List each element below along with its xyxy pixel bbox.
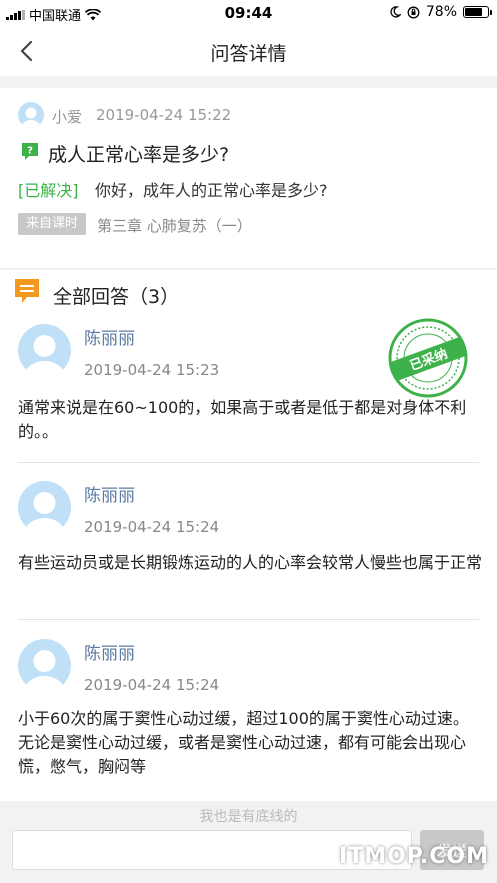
svg-text:?: ? xyxy=(27,146,33,157)
asker-avatar[interactable] xyxy=(18,102,44,128)
avatar[interactable] xyxy=(18,639,71,692)
status-badge: [已解决] xyxy=(18,181,79,200)
question-body: 你好，成年人的正常心率是多少? xyxy=(95,181,328,200)
source-tag: 来自课时 xyxy=(18,213,87,235)
user-icon xyxy=(24,650,65,692)
answers-icon xyxy=(15,279,39,303)
user-icon xyxy=(21,107,41,128)
answer-time: 2019-04-24 15:24 xyxy=(84,518,220,536)
answer-time: 2019-04-24 15:23 xyxy=(84,361,220,379)
moon-icon xyxy=(390,6,401,18)
avatar[interactable] xyxy=(18,481,71,534)
divider xyxy=(18,462,479,463)
answer-time: 2019-04-24 15:24 xyxy=(84,676,220,694)
source-link[interactable]: 第三章 心肺复苏（一） xyxy=(97,215,252,236)
answer-body: 小于60次的属于窦性心动过缓，超过100的属于窦性心动过速。无论是窦性心动过缓，… xyxy=(18,709,469,776)
accepted-stamp: 已采纳 xyxy=(388,318,468,398)
input-bar: 我也是有底线的 发送 ITMOP.COM xyxy=(0,809,497,883)
page-title: 问答详情 xyxy=(210,43,287,65)
user-icon xyxy=(24,492,65,534)
asker-name: 小爱 xyxy=(52,108,83,126)
watermark: ITMOP.COM xyxy=(339,844,489,869)
question-icon: ? xyxy=(22,143,38,160)
answers-section: 全部回答（3） 陈丽丽 2019-04-24 15:23 通常来说是在60~10… xyxy=(0,270,497,801)
answer-body: 有些运动员或是长期锻炼运动的人的心率会较常人慢些也属于正常 xyxy=(18,553,483,572)
end-of-list-hint: 我也是有底线的 xyxy=(199,809,298,825)
question-card: 小爱 2019-04-24 15:22 ? 成人正常心率是多少? [已解决] 你… xyxy=(0,88,497,268)
orientation-lock-icon xyxy=(407,6,420,18)
question-title: 成人正常心率是多少? xyxy=(48,144,230,166)
answer-body: 通常来说是在60~100的，如果高于或者是低于都是对身体不利的。。 xyxy=(18,398,467,441)
answer-author[interactable]: 陈丽丽 xyxy=(84,481,135,506)
battery-icon xyxy=(463,6,492,18)
user-icon xyxy=(24,335,65,377)
nav-bar: 问答详情 xyxy=(0,26,497,76)
status-bar: 中国联通 09:44 78% xyxy=(0,0,497,26)
answer-author[interactable]: 陈丽丽 xyxy=(84,324,135,349)
status-right: 78% xyxy=(389,4,492,20)
avatar[interactable] xyxy=(18,324,71,377)
answer-author[interactable]: 陈丽丽 xyxy=(84,639,135,664)
question-time: 2019-04-24 15:22 xyxy=(96,106,232,124)
divider xyxy=(18,619,479,620)
answers-heading: 全部回答（3） xyxy=(53,286,180,308)
battery-percent: 78% xyxy=(425,4,457,20)
